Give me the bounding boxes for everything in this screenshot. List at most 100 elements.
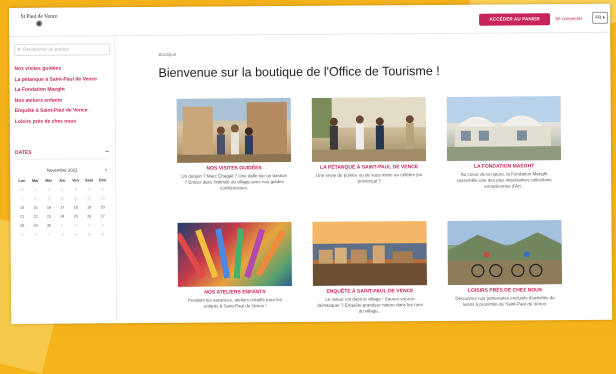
product-card-visites[interactable]: NOS VISITES GUIDÉES Un donjon ? Marc Cha… [174, 98, 295, 199]
dates-header[interactable]: DATES − [14, 149, 110, 160]
calendar-day[interactable]: 7 [42, 230, 55, 239]
search-icon: ⌕ [17, 46, 22, 53]
calendar-day[interactable]: 29 [29, 221, 42, 230]
photo-fondation-maeght [446, 96, 562, 161]
dates-label: DATES [14, 149, 32, 156]
language-select[interactable]: FR ▾ [592, 11, 609, 24]
weekday-label: Jeu [58, 178, 66, 183]
nav-item-fondation-maeght[interactable]: La Fondation Maeght [15, 86, 113, 94]
calendar-day[interactable]: 22 [29, 212, 42, 221]
calendar-day[interactable]: 24 [56, 212, 69, 221]
calendar-day[interactable]: 7 [15, 194, 28, 203]
nav-item-petanque[interactable]: La pétanque à Saint-Paul de Vence [14, 76, 112, 84]
photo-village-sunset [312, 221, 427, 286]
nav-item-loisirs[interactable]: Loisirs près de chez nous [15, 118, 113, 126]
photo-petanque [311, 97, 427, 162]
calendar-day[interactable]: 4 [69, 184, 82, 193]
calendar-day[interactable]: 28 [15, 221, 28, 230]
collapse-icon[interactable]: − [105, 149, 109, 155]
product-title[interactable]: LA FONDATION MAEGHT [444, 163, 564, 170]
calendar-day[interactable]: 6 [96, 184, 110, 193]
product-description: Découvrez nos partenaires exclusifs d'ac… [455, 295, 555, 307]
calendar-day[interactable]: 13 [96, 193, 110, 202]
calendar-day[interactable]: 5 [16, 230, 29, 239]
calendar-day[interactable]: 12 [82, 193, 95, 202]
product-title[interactable]: ENQUÊTE À SAINT-PAUL DE VENCE [310, 288, 430, 295]
breadcrumb[interactable]: Boutique [158, 52, 176, 57]
weekday-label: Ven [72, 178, 79, 183]
calendar-day[interactable]: 10 [83, 229, 96, 238]
search-input[interactable]: ⌕ Rechercher un produit [14, 43, 111, 56]
product-title[interactable]: LA PÉTANQUE À SAINT-PAUL DE VENCE [309, 164, 429, 171]
calendar-day[interactable]: 8 [56, 230, 69, 239]
calendar-day[interactable]: 11 [69, 193, 82, 202]
calendar-day[interactable]: 8 [29, 194, 42, 203]
product-card-petanque[interactable]: LA PÉTANQUE À SAINT-PAUL DE VENCE Une en… [309, 97, 430, 198]
nav-item-enquete[interactable]: Enquête à Saint-Paul de Vence [15, 107, 113, 115]
calendar-day[interactable]: 17 [56, 203, 69, 212]
product-card-maeght[interactable]: LA FONDATION MAEGHT Au coeur de la natur… [444, 96, 565, 197]
product-card-ateliers[interactable]: NOS ATELIERS ENFANTS Pendant les vacance… [175, 222, 296, 323]
basket-button[interactable]: ACCÉDER AU PANIER [479, 13, 551, 26]
weekday-label: Dim [98, 177, 107, 182]
photo-art-supplies [177, 228, 286, 279]
product-title[interactable]: NOS ATELIERS ENFANTS [175, 289, 295, 296]
photo-guided-tour [176, 98, 292, 163]
calendar-day[interactable]: 5 [82, 184, 95, 193]
product-description: Pendant les vacances, ateliers créatifs … [187, 297, 283, 309]
calendar-header: Novembre 2022 › [15, 165, 109, 176]
product-image[interactable] [176, 98, 292, 163]
calendar-day[interactable]: 19 [82, 202, 95, 211]
calendar-day[interactable]: 14 [15, 203, 28, 212]
sun-icon: ✺ [35, 18, 43, 29]
product-description: Le voleur est dans le village ! Saurez-v… [317, 296, 423, 314]
weekday-label: Mar [31, 178, 39, 183]
product-description: Au coeur de la nature, la Fondation Maeg… [456, 171, 552, 189]
product-image[interactable] [447, 220, 562, 285]
product-title[interactable]: LOISIRS PRÈS DE CHEZ NOUS [445, 287, 565, 294]
product-card-enquete[interactable]: ENQUÊTE À SAINT-PAUL DE VENCE Le voleur … [310, 221, 431, 322]
calendar-day[interactable]: 23 [42, 212, 55, 221]
calendar-day[interactable]: 21 [15, 212, 28, 221]
page-title: Bienvenue sur la boutique de l'Office de… [158, 63, 440, 80]
next-month-icon[interactable]: › [105, 165, 107, 175]
calendar-day[interactable]: 2 [42, 185, 55, 194]
product-title[interactable]: NOS VISITES GUIDÉES [174, 165, 294, 172]
calendar-day[interactable]: 18 [69, 202, 82, 211]
calendar-day[interactable]: 3 [56, 185, 69, 194]
calendar-month: Novembre 2022 [46, 167, 78, 173]
calendar-day[interactable]: 9 [42, 194, 55, 203]
calendar-day[interactable]: 1 [29, 185, 42, 194]
product-image[interactable] [311, 97, 427, 162]
calendar-day[interactable]: 4 [96, 220, 110, 229]
photo-cyclists [447, 220, 562, 285]
calendar-day[interactable]: 15 [29, 203, 42, 212]
calendar: Novembre 2022 › Lun Mar Mer Jeu Ven Sam … [15, 165, 110, 239]
calendar-day[interactable]: 25 [69, 211, 82, 220]
product-image[interactable] [177, 222, 292, 287]
calendar-day[interactable]: 20 [96, 202, 110, 211]
product-image[interactable] [446, 96, 562, 161]
calendar-day[interactable]: 2 [69, 220, 82, 229]
login-link[interactable]: Se connecter [555, 14, 582, 24]
product-card-loisirs[interactable]: LOISIRS PRÈS DE CHEZ NOUS Découvrez nos … [444, 220, 565, 321]
site-logo[interactable]: St Paul de Vence ✺ [17, 11, 61, 33]
calendar-day[interactable]: 11 [96, 229, 110, 238]
calendar-day[interactable]: 6 [29, 230, 42, 239]
product-description: Un donjon ? Marc Chagall ? Une dalle sur… [181, 173, 287, 191]
calendar-day[interactable]: 9 [69, 229, 82, 238]
category-list: Nos visites guidées La pétanque à Saint-… [14, 65, 112, 129]
calendar-day[interactable]: 1 [56, 221, 69, 230]
calendar-day[interactable]: 3 [83, 220, 96, 229]
nav-item-visites-guidees[interactable]: Nos visites guidées [14, 65, 112, 73]
calendar-day[interactable]: 10 [56, 194, 69, 203]
calendar-day[interactable]: 30 [42, 221, 55, 230]
weekday-label: Mer [45, 178, 53, 183]
calendar-day[interactable]: 16 [42, 203, 55, 212]
nav-item-ateliers-enfants[interactable]: Nos ateliers enfants [15, 97, 113, 105]
calendar-day[interactable]: 26 [83, 211, 96, 220]
calendar-day[interactable]: 31 [15, 185, 28, 194]
calendar-day[interactable]: 27 [96, 211, 110, 220]
product-image[interactable] [312, 221, 427, 286]
sidebar: ⌕ Rechercher un produit Nos visites guidé… [9, 35, 118, 324]
